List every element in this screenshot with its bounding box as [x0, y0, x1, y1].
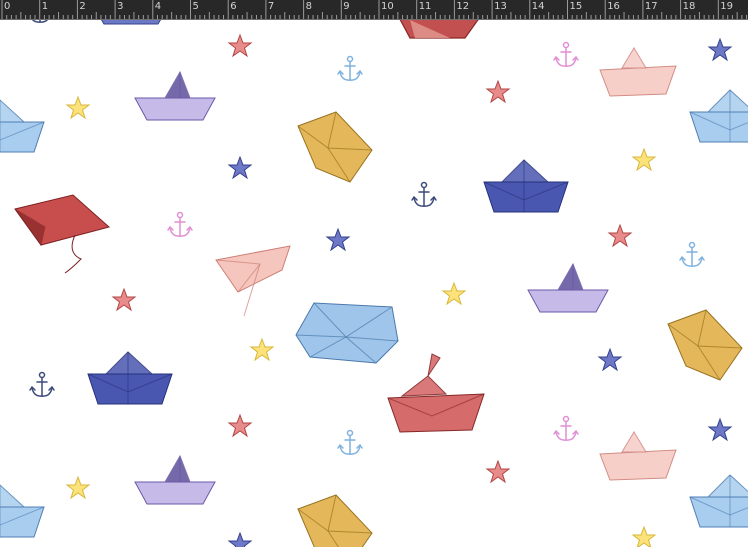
ruler-tick-label: 0 [4, 1, 11, 12]
light-blue-boat-icon-3 [689, 474, 748, 528]
ruler-tick-label: 14 [531, 1, 545, 12]
anchor-icon [553, 41, 579, 67]
mustard-paper-icon-3 [297, 494, 373, 547]
light-blue-boat-icon [689, 89, 748, 143]
ruler-tick-label: 17 [644, 1, 658, 12]
sky-paper-icon [295, 302, 399, 364]
star-icon [486, 80, 510, 103]
star-icon [632, 148, 656, 171]
anchor-icon [411, 181, 437, 207]
ruler-tick-label: 2 [79, 1, 86, 12]
lavender-sailboat-icon-2 [527, 263, 609, 313]
blue-boat-top [101, 20, 161, 25]
anchor-icon [337, 429, 363, 455]
ruler-tick-label: 4 [154, 1, 162, 12]
star-icon [66, 96, 90, 119]
ruler-tick-label: 18 [682, 1, 696, 12]
pink-boat-icon [599, 47, 677, 97]
star-icon [708, 38, 732, 61]
star-icon [66, 476, 90, 499]
ruler-tick-label: 15 [569, 1, 583, 12]
star-icon [112, 288, 136, 311]
anchor-icon [679, 241, 705, 267]
ruler-ticks [1, 0, 748, 19]
anchor-icon [27, 20, 53, 23]
star-icon [228, 34, 252, 57]
star-icon [326, 228, 350, 251]
ruler-tick-label: 1 [41, 1, 49, 12]
ruler-tick-label: 12 [456, 1, 470, 12]
ruler-tick-label: 9 [343, 1, 350, 12]
navy-boat-icon-2 [87, 351, 173, 405]
star-icon [608, 224, 632, 247]
light-blue-boat-icon-4 [0, 484, 45, 538]
lavender-sailboat-icon [134, 71, 216, 121]
paper-boat-pattern [0, 20, 748, 547]
document-canvas[interactable] [0, 20, 748, 547]
star-icon [228, 156, 252, 179]
star-icon [228, 414, 252, 437]
lavender-sailboat-icon-3 [134, 455, 216, 505]
ruler-tick-label: 3 [117, 1, 124, 12]
ruler-tick-label: 16 [607, 1, 620, 12]
mustard-paper-icon [297, 111, 373, 183]
anchor-icon [553, 415, 579, 441]
red-crane-boat-icon [387, 353, 485, 433]
star-icon [598, 348, 622, 371]
star-icon [250, 338, 274, 361]
light-blue-boat-icon-cut [0, 99, 45, 153]
anchor-icon [337, 55, 363, 81]
ruler-tick-label: 6 [230, 1, 237, 12]
ruler-tick-label: 7 [267, 1, 275, 12]
star-icon [442, 282, 466, 305]
pink-paper-plane-icon [215, 245, 291, 317]
anchor-icon [29, 371, 55, 397]
anchor-icon [167, 211, 193, 237]
ruler-tick-label: 8 [305, 1, 312, 12]
ruler-tick-label: 11 [418, 1, 432, 12]
horizontal-ruler[interactable]: 0 1 2 3 4 5 6 7 8 9 10 11 12 13 14 15 16 17 18 19 [0, 0, 748, 20]
ruler-tick-label: 13 [494, 1, 507, 12]
mustard-paper-icon-2 [667, 309, 743, 381]
ruler-tick-label: 19 [720, 1, 734, 12]
red-crane-boat-top [399, 20, 479, 39]
pink-boat-icon-2 [599, 431, 677, 481]
star-icon [708, 418, 732, 441]
navy-boat-icon [483, 159, 569, 213]
star-icon [632, 526, 656, 547]
ruler-tick-label: 10 [381, 1, 394, 12]
ruler-tick-label: 5 [192, 1, 199, 12]
star-icon [486, 460, 510, 483]
red-kite-icon [14, 194, 110, 274]
star-icon [228, 532, 252, 547]
